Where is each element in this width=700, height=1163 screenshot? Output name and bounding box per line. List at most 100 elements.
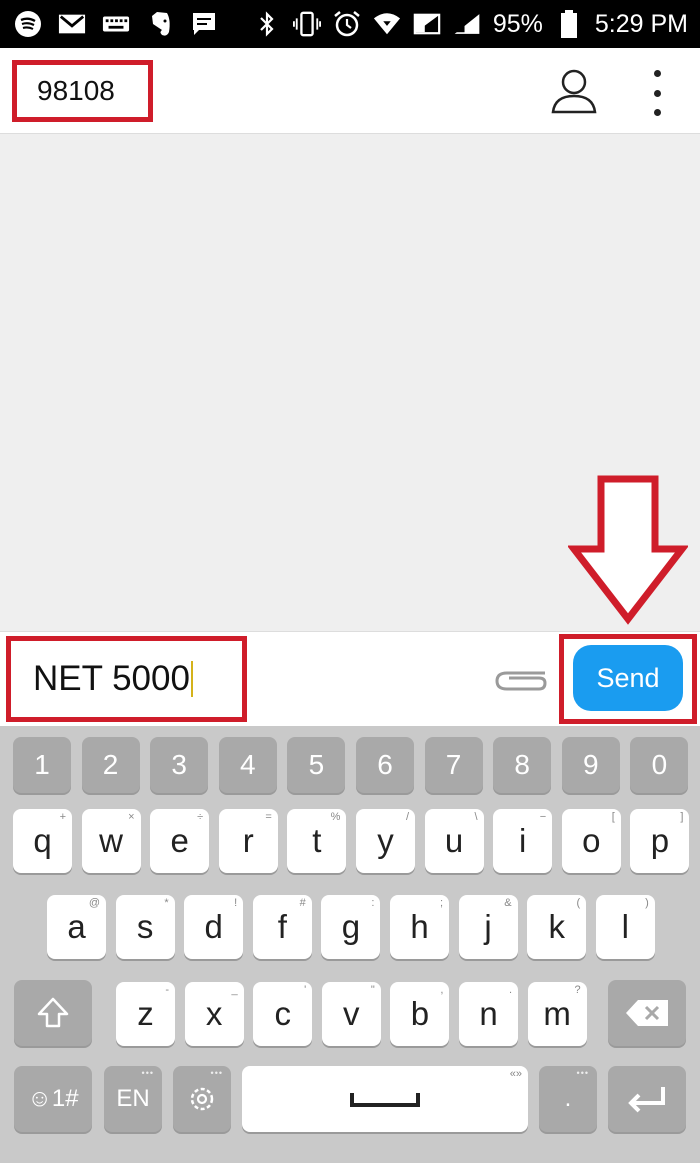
message-icon bbox=[190, 10, 218, 38]
symbols-key[interactable]: ☺1# bbox=[14, 1066, 92, 1132]
contact-icon[interactable] bbox=[548, 66, 600, 118]
message-input[interactable]: NET 5000 bbox=[6, 636, 247, 722]
recipient-field[interactable]: 98108 bbox=[12, 60, 153, 122]
key-v-hint: " bbox=[370, 984, 375, 996]
key-z-label: z bbox=[137, 995, 154, 1032]
key-8[interactable]: 8 bbox=[493, 737, 552, 793]
wifi-icon bbox=[373, 10, 401, 38]
key-a-hint: @ bbox=[88, 897, 100, 909]
key-j-hint: & bbox=[504, 897, 512, 909]
key-x-hint: _ bbox=[231, 984, 238, 996]
key-0[interactable]: 0 bbox=[630, 737, 689, 793]
status-right-icons: 95% 5:29 PM bbox=[253, 6, 688, 42]
key-i[interactable]: i − bbox=[493, 809, 553, 873]
key-r[interactable]: r = bbox=[218, 809, 278, 873]
key-n[interactable]: n. bbox=[459, 982, 518, 1046]
key-3[interactable]: 3 bbox=[150, 737, 209, 793]
space-icon[interactable]: «» bbox=[242, 1066, 528, 1132]
key-k[interactable]: k( bbox=[527, 895, 587, 959]
key-q[interactable]: q + bbox=[13, 809, 72, 873]
symbols-key-label: ☺1# bbox=[27, 1085, 79, 1112]
app-bar: 98108 bbox=[0, 48, 700, 134]
key-t[interactable]: t% bbox=[287, 809, 347, 873]
key-y[interactable]: y / bbox=[356, 809, 415, 873]
key-d[interactable]: d! bbox=[184, 895, 244, 959]
keyboard: 1 2 3 4 5 6 7 8 9 0 q + w × e ÷ r = t% y / u \ i − o[p] a @ s * d! f # g:… bbox=[0, 726, 700, 1163]
key-y-hint: / bbox=[405, 811, 409, 823]
key-2[interactable]: 2 bbox=[81, 737, 140, 793]
key-u-label: u bbox=[444, 822, 464, 859]
key-o[interactable]: o[ bbox=[561, 809, 621, 873]
key-6-label: 6 bbox=[377, 749, 393, 780]
key-e[interactable]: e ÷ bbox=[150, 809, 210, 873]
vibrate-icon bbox=[292, 10, 321, 38]
text-cursor bbox=[190, 661, 193, 697]
period-key[interactable]: ••• . bbox=[539, 1066, 597, 1132]
key-p-hint: ] bbox=[680, 811, 684, 823]
key-h-hint: ; bbox=[439, 897, 443, 909]
key-f-label: f bbox=[277, 908, 287, 945]
key-p-label: p bbox=[650, 822, 670, 859]
key-l-hint: ) bbox=[645, 897, 649, 909]
more-vert-icon[interactable] bbox=[643, 68, 671, 118]
key-u[interactable]: u \ bbox=[424, 809, 484, 873]
key-p[interactable]: p] bbox=[630, 809, 690, 873]
key-c[interactable]: c ' bbox=[253, 982, 313, 1046]
status-bar: 95% 5:29 PM bbox=[0, 0, 700, 48]
key-5-label: 5 bbox=[308, 749, 325, 780]
key-r-label: r bbox=[242, 822, 254, 859]
battery-percent: 95% bbox=[492, 9, 543, 38]
key-k-label: k bbox=[548, 908, 565, 945]
key-e-label: e bbox=[170, 822, 189, 859]
key-4[interactable]: 4 bbox=[218, 737, 277, 793]
key-k-hint: ( bbox=[576, 897, 581, 909]
message-text: NET 5000 bbox=[33, 659, 190, 698]
key-9-label: 9 bbox=[583, 749, 599, 780]
key-8-label: 8 bbox=[514, 749, 530, 780]
key-d-label: d bbox=[204, 908, 223, 945]
key-w[interactable]: w × bbox=[81, 809, 141, 873]
down-arrow-icon bbox=[568, 475, 688, 625]
key-1[interactable]: 1 bbox=[13, 737, 71, 793]
key-h-label: h bbox=[410, 908, 429, 945]
shift-icon[interactable] bbox=[14, 980, 92, 1046]
key-q-label: q bbox=[33, 822, 52, 859]
key-g-label: g bbox=[341, 908, 361, 945]
key-i-label: i bbox=[519, 822, 527, 859]
key-l[interactable]: l) bbox=[595, 895, 655, 959]
battery-icon bbox=[555, 10, 583, 38]
key-r-hint: = bbox=[265, 811, 272, 823]
key-6[interactable]: 6 bbox=[356, 737, 414, 793]
key-v-label: v bbox=[343, 995, 360, 1032]
enter-icon[interactable] bbox=[608, 1066, 686, 1132]
key-h[interactable]: h; bbox=[390, 895, 449, 959]
key-7[interactable]: 7 bbox=[424, 737, 483, 793]
key-f[interactable]: f # bbox=[252, 895, 312, 959]
key-4-label: 4 bbox=[240, 749, 256, 780]
key-x[interactable]: x _ bbox=[184, 982, 244, 1046]
key-l-label: l bbox=[621, 908, 629, 945]
key-b[interactable]: b, bbox=[390, 982, 450, 1046]
key-s[interactable]: s * bbox=[115, 895, 175, 959]
key-w-label: w bbox=[99, 822, 124, 859]
key-5[interactable]: 5 bbox=[287, 737, 346, 793]
key-m[interactable]: m? bbox=[527, 982, 587, 1046]
key-7-label: 7 bbox=[445, 749, 462, 780]
key-g-hint: : bbox=[371, 897, 375, 909]
key-a[interactable]: a @ bbox=[47, 895, 106, 959]
backspace-icon[interactable] bbox=[608, 980, 686, 1046]
settings-icon[interactable]: ••• bbox=[173, 1066, 231, 1132]
signal-icon bbox=[413, 10, 441, 38]
key-9[interactable]: 9 bbox=[561, 737, 620, 793]
key-o-hint: [ bbox=[611, 811, 615, 823]
key-z[interactable]: z- bbox=[116, 982, 175, 1046]
key-f-hint: # bbox=[299, 897, 306, 909]
key-g[interactable]: g: bbox=[321, 895, 381, 959]
send-button[interactable]: Send bbox=[573, 645, 683, 711]
status-left-icons bbox=[14, 6, 218, 42]
paperclip-icon[interactable] bbox=[493, 664, 551, 694]
key-v[interactable]: v " bbox=[321, 982, 381, 1046]
key-j[interactable]: j & bbox=[458, 895, 518, 959]
language-key[interactable]: ••• EN bbox=[104, 1066, 162, 1132]
key-c-hint: ' bbox=[304, 984, 307, 996]
